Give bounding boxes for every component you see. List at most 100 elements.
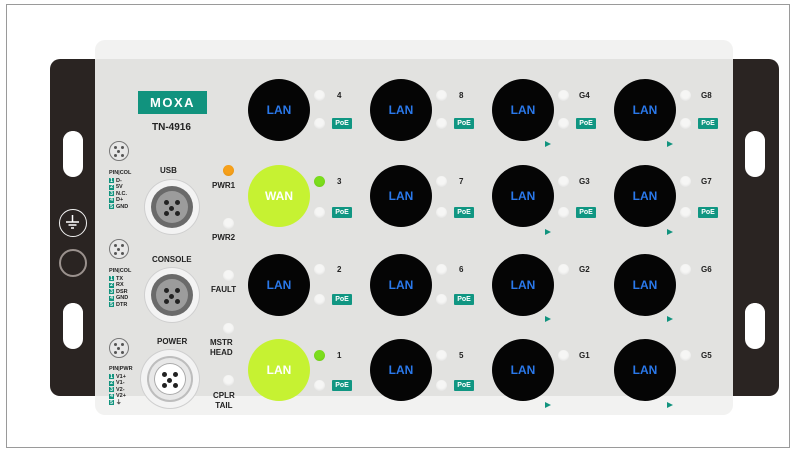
port-8-link-led [436, 90, 447, 101]
port-g3-lan[interactable]: LAN [492, 165, 554, 227]
port-6-lan[interactable]: LAN [370, 254, 432, 316]
port-g6-number: G6 [701, 265, 712, 274]
mstr-head-label: MSTR HEAD [210, 338, 233, 357]
port-g1-lan[interactable]: LAN [492, 339, 554, 401]
pwr2-label: PWR2 [212, 233, 236, 242]
mounting-slot [745, 303, 765, 349]
port-g1-number: G1 [579, 351, 590, 360]
usb-label: USB [160, 166, 177, 175]
console-label: CONSOLE [152, 255, 192, 264]
port-g4-lan[interactable]: LAN [492, 79, 554, 141]
port-1-link-led [314, 350, 325, 361]
port-g7-lan[interactable]: LAN [614, 165, 676, 227]
port-8-lan[interactable]: LAN [370, 79, 432, 141]
port-1-number: 1 [337, 351, 342, 360]
port-2-link-led [314, 264, 325, 275]
port-g2-lan[interactable]: LAN [492, 254, 554, 316]
port-g3-poe-led [558, 207, 569, 218]
cplr-tail-led [223, 375, 234, 386]
port-g2-number: G2 [579, 265, 590, 274]
port-8-number: 8 [459, 91, 464, 100]
port-3-poe-badge: PoE [332, 207, 352, 218]
port-7-lan[interactable]: LAN [370, 165, 432, 227]
port-8-poe-led [436, 118, 447, 129]
port-g1-link-led [558, 350, 569, 361]
usb-pin-table: PIN|COL 1 D- 2 5V 3 N.C. 4 D+ 5 GND [109, 170, 132, 210]
port-3-number: 3 [337, 177, 342, 186]
port-g6-link-led [680, 264, 691, 275]
port-2-poe-badge: PoE [332, 294, 352, 305]
port-5-lan[interactable]: LAN [370, 339, 432, 401]
port-5-link-led [436, 350, 447, 361]
port-2-lan[interactable]: LAN [248, 254, 310, 316]
power-pinout-icon [109, 338, 129, 358]
port-3-link-led [314, 176, 325, 187]
port-g2-link-led [558, 264, 569, 275]
port-4-number: 4 [337, 91, 342, 100]
brand-logo: MOXA [138, 91, 207, 114]
fiber-marker-icon [667, 402, 673, 408]
port-1-lan[interactable]: LAN [248, 339, 310, 401]
port-7-poe-led [436, 207, 447, 218]
model-name: TN-4916 [152, 122, 191, 133]
port-8-poe-badge: PoE [454, 118, 474, 129]
port-g5-number: G5 [701, 351, 712, 360]
port-1-poe-led [314, 380, 325, 391]
fiber-marker-icon [667, 316, 673, 322]
fiber-marker-icon [545, 141, 551, 147]
port-g4-number: G4 [579, 91, 590, 100]
port-g6-lan[interactable]: LAN [614, 254, 676, 316]
port-2-poe-led [314, 294, 325, 305]
port-3-poe-led [314, 207, 325, 218]
mounting-slot [745, 131, 765, 177]
port-4-poe-led [314, 118, 325, 129]
fiber-marker-icon [667, 141, 673, 147]
port-g5-lan[interactable]: LAN [614, 339, 676, 401]
usb-pinout-icon [109, 141, 129, 161]
port-7-poe-badge: PoE [454, 207, 474, 218]
port-g8-number: G8 [701, 91, 712, 100]
port-g8-lan[interactable]: LAN [614, 79, 676, 141]
port-6-poe-led [436, 294, 447, 305]
port-4-link-led [314, 90, 325, 101]
mounting-slot [63, 303, 83, 349]
mstr-head-led [223, 323, 234, 334]
fiber-marker-icon [667, 229, 673, 235]
power-pin-table: PIN|PWR 1 V1+ 2 V1- 3 V2- 4 V2+ 5 ⏚ [109, 366, 133, 406]
port-g7-poe-led [680, 207, 691, 218]
port-6-poe-badge: PoE [454, 294, 474, 305]
port-5-number: 5 [459, 351, 464, 360]
ground-screw-hole [59, 249, 87, 277]
port-g4-poe-led [558, 118, 569, 129]
ground-symbol-icon [59, 209, 87, 237]
port-g4-link-led [558, 90, 569, 101]
port-1-poe-badge: PoE [332, 380, 352, 391]
port-6-number: 6 [459, 265, 464, 274]
pwr2-led [223, 218, 234, 229]
right-mounting-ear [733, 59, 779, 396]
port-3-wan[interactable]: WAN [248, 165, 310, 227]
port-2-number: 2 [337, 265, 342, 274]
left-mounting-ear [50, 59, 96, 396]
fiber-marker-icon [545, 316, 551, 322]
console-pin-table: PIN|COL 1 TX 2 RX 3 DSR 4 GND 5 DTR [109, 268, 132, 308]
port-4-poe-badge: PoE [332, 118, 352, 129]
port-g5-link-led [680, 350, 691, 361]
port-g8-poe-led [680, 118, 691, 129]
port-g7-link-led [680, 176, 691, 187]
port-g7-number: G7 [701, 177, 712, 186]
pwr1-led [223, 165, 234, 176]
mounting-slot [63, 131, 83, 177]
fault-led [223, 270, 234, 281]
port-g8-poe-badge: PoE [698, 118, 718, 129]
console-pinout-icon [109, 239, 129, 259]
port-g3-number: G3 [579, 177, 590, 186]
console-connector[interactable] [145, 268, 199, 322]
pwr1-label: PWR1 [212, 181, 236, 190]
fault-label: FAULT [211, 285, 237, 294]
port-4-lan[interactable]: LAN [248, 79, 310, 141]
port-7-link-led [436, 176, 447, 187]
port-g7-poe-badge: PoE [698, 207, 718, 218]
power-connector[interactable] [141, 350, 199, 408]
usb-connector[interactable] [145, 180, 199, 234]
